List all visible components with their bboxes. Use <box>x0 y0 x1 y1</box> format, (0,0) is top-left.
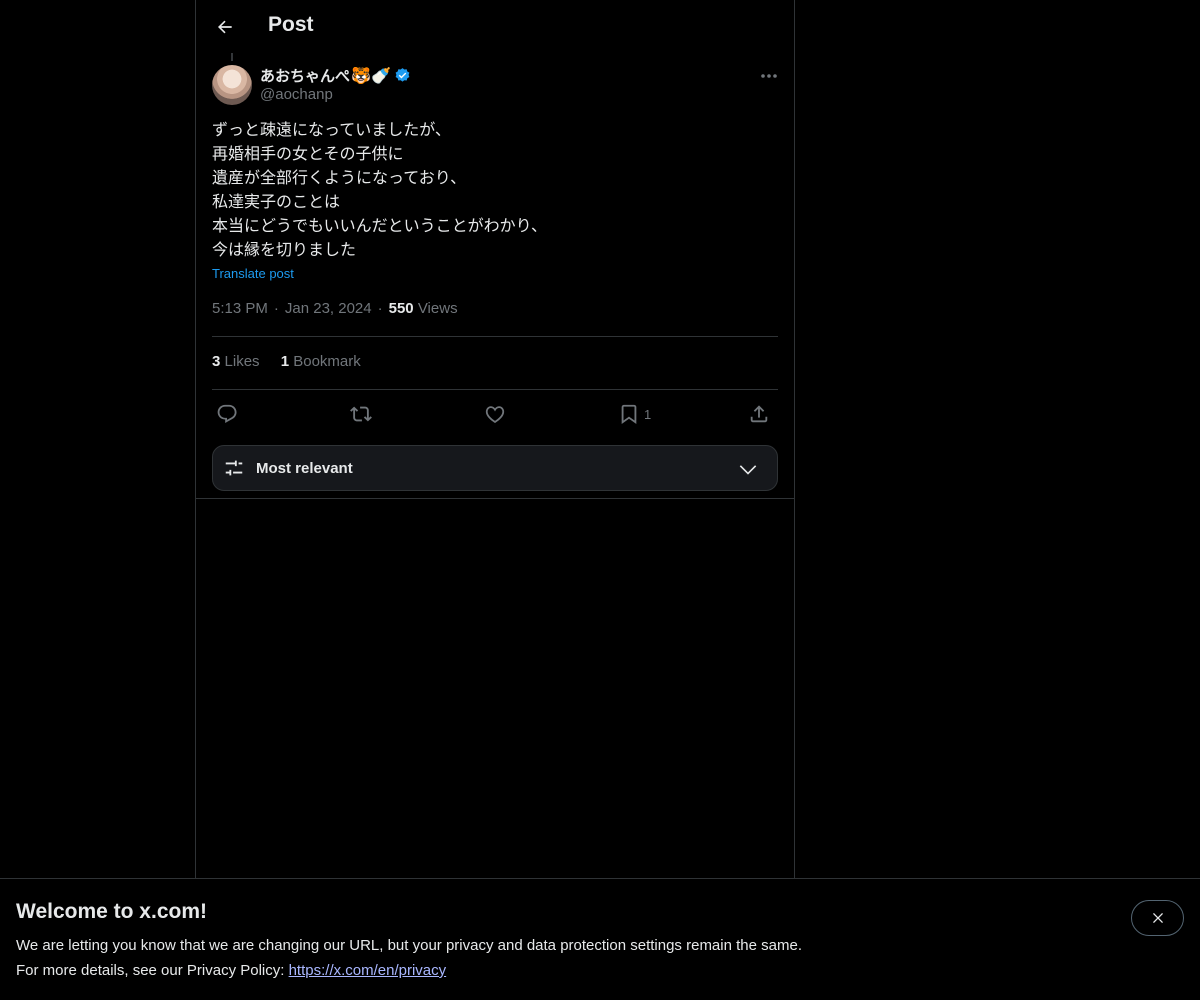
bookmark-icon <box>621 404 637 424</box>
post-stats: 3 Likes 1 Bookmark <box>212 353 361 370</box>
like-button[interactable] <box>484 398 506 430</box>
author-name-emojis: 🐯🍼 <box>351 68 391 85</box>
repost-icon <box>350 406 372 422</box>
arrow-left-icon <box>218 20 232 34</box>
more-options-button[interactable] <box>752 63 786 89</box>
post-text-line: 今は縁を切りました <box>212 242 357 259</box>
privacy-policy-link[interactable]: https://x.com/en/privacy <box>289 962 447 979</box>
more-dots-icon <box>761 74 777 78</box>
post-author: あおちゃんぺ🐯🍼 @aochanp <box>212 63 778 107</box>
avatar[interactable] <box>212 65 252 105</box>
author-name-text: あおちゃんぺ <box>260 68 351 85</box>
main-column: Post あおちゃんぺ🐯🍼 @aochanp ずっと疎遠になっていましたが、 再… <box>195 0 795 880</box>
banner-privacy-line: For more details, see our Privacy Policy… <box>16 962 446 979</box>
translate-post-link[interactable]: Translate post <box>212 266 294 281</box>
banner-privacy-prefix: For more details, see our Privacy Policy… <box>16 962 289 979</box>
close-icon <box>1152 913 1163 923</box>
sliders-icon <box>223 457 245 484</box>
bookmarks-label: Bookmark <box>293 353 361 370</box>
sort-label: Most relevant <box>256 460 353 477</box>
close-banner-button[interactable] <box>1131 900 1184 936</box>
post-text: ずっと疎遠になっていましたが、 再婚相手の女とその子供に 遺産が全部行くようにな… <box>212 119 778 263</box>
views-label: Views <box>417 300 458 317</box>
page-title: Post <box>268 13 314 36</box>
share-icon <box>750 405 768 423</box>
views-count: 550 <box>388 300 414 317</box>
page-header: Post <box>196 0 794 53</box>
thread-connector <box>231 53 233 61</box>
banner-message: We are letting you know that we are chan… <box>16 937 802 954</box>
reply-icon <box>217 404 237 423</box>
back-button[interactable] <box>208 10 242 44</box>
bookmark-count: 1 <box>644 406 652 422</box>
heart-icon <box>485 406 505 423</box>
post-text-line: 再婚相手の女とその子供に <box>212 146 404 163</box>
author-handle[interactable]: @aochanp <box>260 86 333 103</box>
bookmarks-stat[interactable]: 1 Bookmark <box>281 353 361 370</box>
author-display-name[interactable]: あおちゃんぺ🐯🍼 <box>260 65 411 88</box>
banner-title: Welcome to x.com! <box>16 900 207 923</box>
post-actions: 1 <box>212 398 778 430</box>
likes-count: 3 <box>212 353 221 370</box>
divider <box>196 498 794 499</box>
post-text-line: 本当にどうでもいいんだということがわかり、 <box>212 218 548 235</box>
chevron-down-icon <box>737 459 759 484</box>
likes-label: Likes <box>224 353 260 370</box>
post-text-line: ずっと疎遠になっていましたが、 <box>212 122 451 139</box>
post-text-line: 遺産が全部行くようになっており、 <box>212 170 467 187</box>
repost-button[interactable] <box>350 398 372 430</box>
reply-button[interactable] <box>216 398 238 430</box>
reply-sort-dropdown[interactable]: Most relevant <box>212 445 778 491</box>
bookmark-button[interactable]: 1 <box>618 398 651 430</box>
post-meta: 5:13 PM · Jan 23, 2024 · 550 Views <box>212 300 458 317</box>
divider <box>212 336 778 337</box>
bookmarks-count: 1 <box>280 353 290 370</box>
post-time[interactable]: 5:13 PM <box>212 300 268 317</box>
share-button[interactable] <box>748 398 770 430</box>
verified-badge-icon <box>394 67 411 88</box>
post-date[interactable]: Jan 23, 2024 <box>285 300 372 317</box>
welcome-banner: Welcome to x.com! We are letting you kno… <box>0 878 1200 1000</box>
divider <box>212 389 778 390</box>
post-text-line: 私達実子のことは <box>212 194 341 211</box>
likes-stat[interactable]: 3 Likes <box>212 353 260 370</box>
